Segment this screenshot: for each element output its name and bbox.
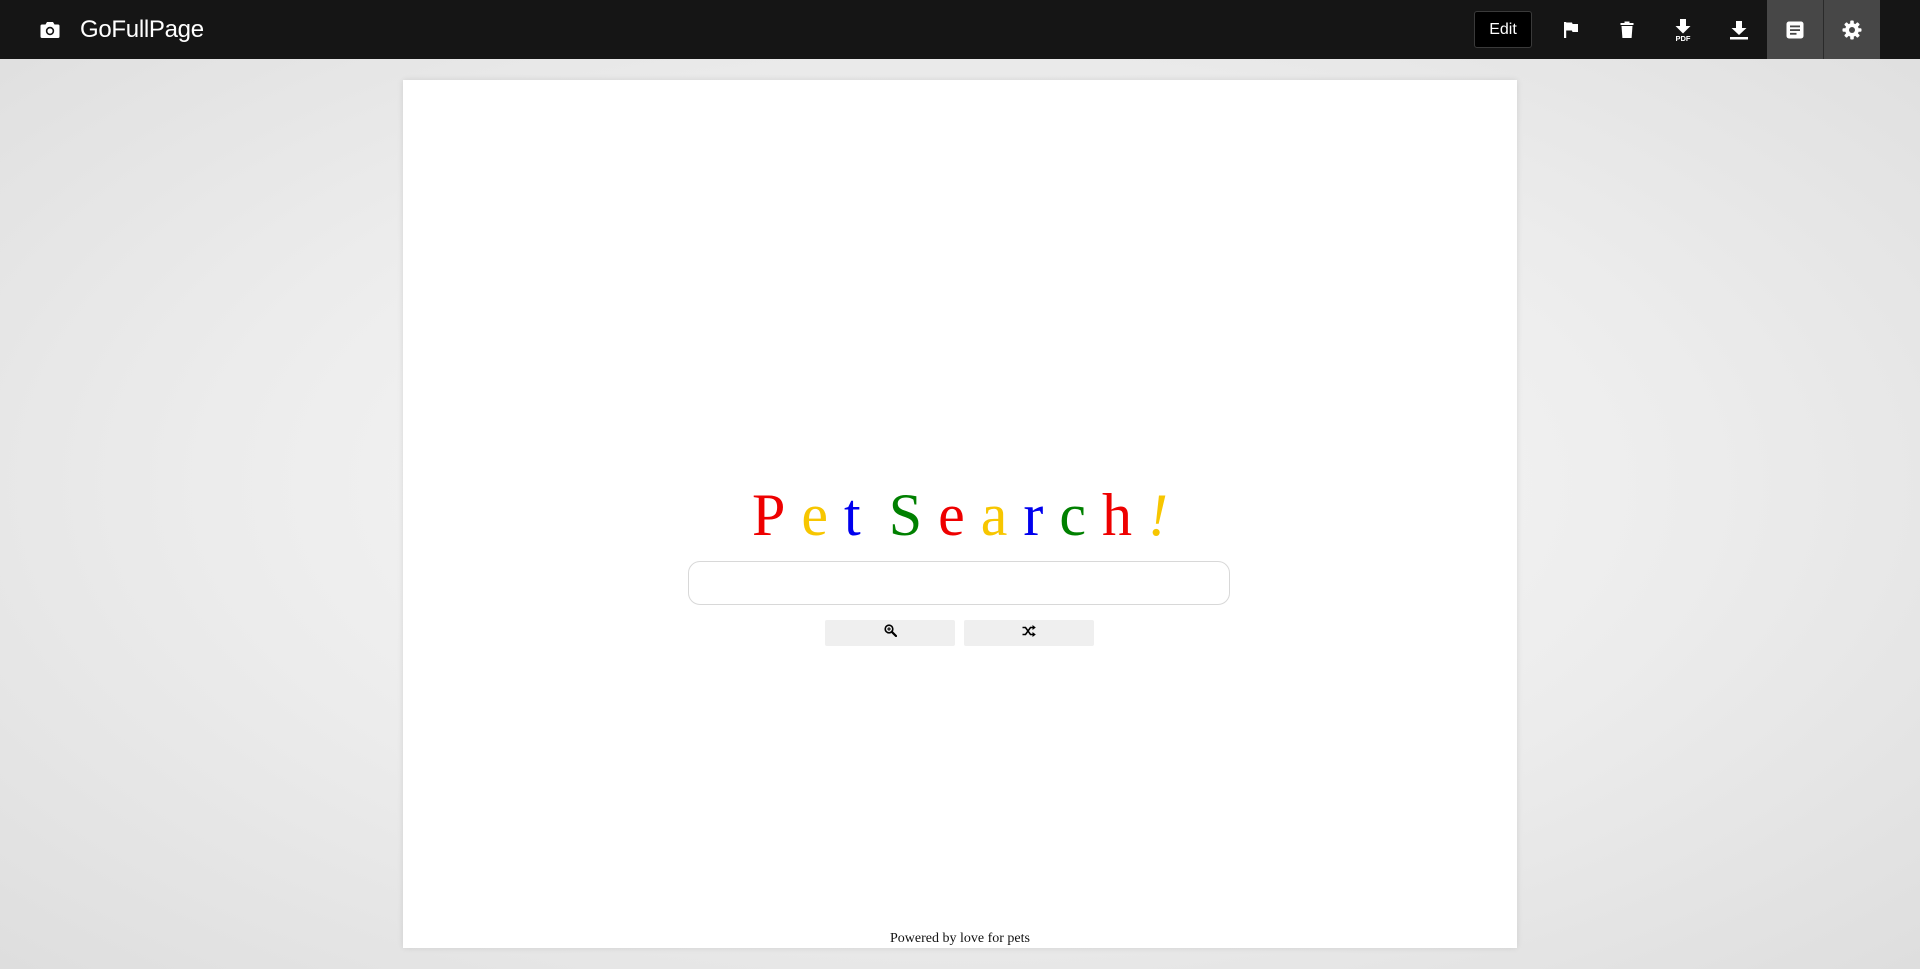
shuffle-icon	[1022, 624, 1036, 642]
logo-letter: a	[980, 482, 1008, 548]
toolbar-actions: Edit PDF	[1474, 0, 1920, 59]
settings-button[interactable]	[1823, 0, 1880, 59]
top-toolbar: GoFullPage Edit PDF	[0, 0, 1920, 59]
logo-letter: P	[752, 482, 786, 548]
logo-letter: c	[1059, 482, 1086, 548]
flag-button[interactable]	[1543, 0, 1599, 59]
logo-letter: t	[844, 482, 861, 548]
download-pdf-icon: PDF	[1672, 18, 1694, 42]
download-button[interactable]	[1711, 0, 1767, 59]
captured-page: Pe t Se a r c h! Powered by love for pets	[403, 80, 1517, 948]
edit-button[interactable]: Edit	[1474, 11, 1532, 48]
random-button[interactable]	[964, 620, 1094, 646]
gear-icon	[1842, 20, 1862, 40]
trash-icon	[1620, 21, 1634, 39]
flag-icon	[1563, 21, 1579, 39]
logo-letter: S	[888, 482, 923, 548]
pdf-badge: PDF	[1676, 34, 1691, 42]
camera-icon[interactable]	[38, 18, 62, 42]
document-button[interactable]	[1767, 0, 1823, 59]
download-icon	[1729, 20, 1749, 40]
brand: GoFullPage	[38, 0, 204, 59]
logo-letter: e	[938, 482, 965, 548]
logo-letter: !	[1147, 482, 1168, 548]
footer-text: Powered by love for pets	[890, 931, 1030, 946]
download-pdf-button[interactable]: PDF	[1655, 0, 1711, 59]
magnifier-icon	[883, 624, 897, 642]
logo-letter: r	[1023, 482, 1044, 548]
search-input[interactable]	[688, 561, 1230, 605]
search-button[interactable]	[825, 620, 955, 646]
app-title: GoFullPage	[80, 15, 204, 43]
delete-button[interactable]	[1599, 0, 1655, 59]
document-icon	[1786, 21, 1804, 39]
logo-letter: e	[801, 482, 829, 548]
logo-letter: h	[1101, 482, 1132, 548]
pet-search-logo: Pe t Se a r c h!	[403, 480, 1517, 550]
